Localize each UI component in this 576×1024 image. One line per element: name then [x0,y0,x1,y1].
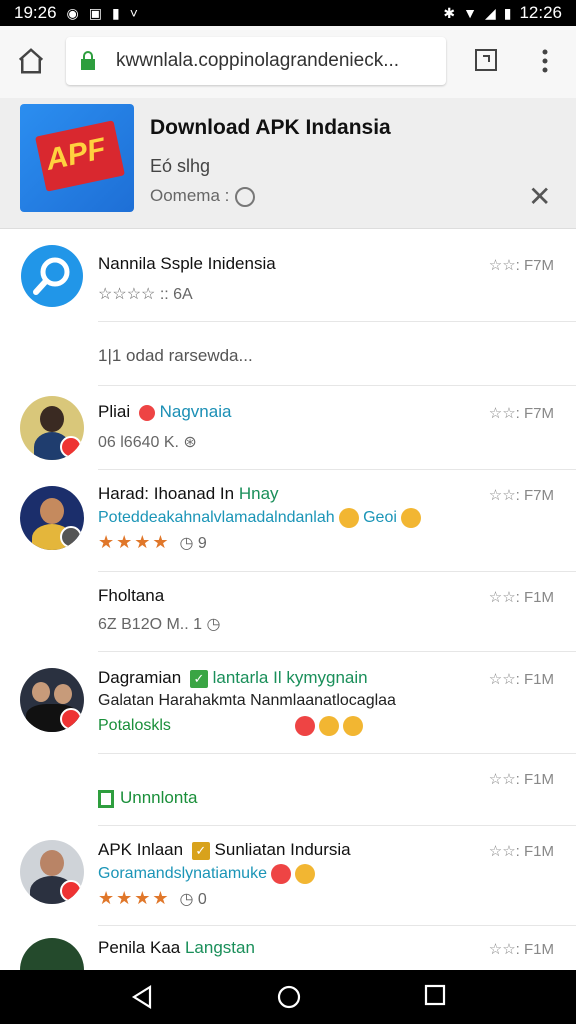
notification-icon: ▣ [88,4,102,21]
item-name: Pliai Nagvnaia [98,402,232,421]
item-subtitle: Poteddeakahnalvlamadalndanlah Geoi [98,508,421,528]
app-banner[interactable]: APF Download APK Indansia Eó slhg Oomema… [0,98,576,229]
item-subtitle: ☆☆☆☆ :: 6A [98,286,193,303]
list-item[interactable]: APK Inlaan ✓ Sunliatan Indursia Goramand… [0,826,576,926]
contact-list: Nannila Ssple Inidensia ☆☆☆☆ :: 6A ☆☆: F… [0,230,576,970]
item-time: ☆☆: F7M [488,405,554,422]
status-time-right: 12:26 [519,3,562,22]
system-nav-bar [0,970,576,1024]
list-item[interactable]: Nannila Ssple Inidensia ☆☆☆☆ :: 6A ☆☆: F… [0,230,576,322]
back-icon[interactable] [130,984,154,1010]
status-bar: 19:26 ◉ ▣ ▮ ˅ ✱ ▼ ◢ ▮ 12:26 [0,0,576,26]
item-name: Dagramian ✓ lantarla Il kymygnain [98,668,368,688]
list-item[interactable]: Fholtana 6Z B12O M.. 1 ◷ ☆☆: F1M [0,572,576,652]
item-subtitle: 6Z B12O M.. 1 ◷ [98,616,221,633]
url-text: kwwnlala.coppinolagrandenieck... [116,50,400,71]
app-logo: APF [20,104,134,212]
avatar [20,840,84,904]
overflow-menu-icon[interactable] [536,46,554,76]
item-time: ☆☆: F1M [488,671,554,688]
item-name: APK Inlaan ✓ Sunliatan Indursia [98,840,351,860]
notification-icon: ˅ [129,5,138,21]
item-subtitle: Goramandslynatiamuke [98,864,315,884]
search-icon [21,245,83,307]
home-icon[interactable] [16,46,46,76]
notification-icon: ▮ [112,4,120,21]
list-item[interactable]: Dagramian ✓ lantarla Il kymygnain Galata… [0,652,576,754]
item-subtitle-2: Potaloskls [98,716,363,736]
battery-icon: ▮ [503,4,512,21]
tabs-icon[interactable] [474,48,498,72]
address-bar[interactable]: kwwnlala.coppinolagrandenieck... [66,37,446,85]
item-rating: ★★★★ ◷ 0 [98,888,207,908]
banner-meta: Oomema : [150,186,256,207]
item-time: ☆☆: F1M [488,589,554,606]
item-time: ☆☆: F1M [488,941,554,958]
avatar [20,668,84,732]
item-subtitle: 06 l6640 K. ⊛ [98,434,197,451]
list-item[interactable]: Penila Kaa Langstan ☆☆: F1M [0,926,576,970]
item-name: Fholtana [98,586,165,605]
list-item[interactable]: Pliai Nagvnaia 06 l6640 K. ⊛ ☆☆: F7M [0,386,576,470]
item-time: ☆☆: F1M [488,843,554,860]
item-name: Penila Kaa Langstan [98,938,255,957]
item-time: ☆☆: F7M [488,257,554,274]
banner-title: Download APK Indansia [150,116,391,139]
clock-icon [235,186,256,207]
list-item[interactable]: 1|1 odad rarsewda... [0,322,576,386]
signal-icon: ◢ [484,4,496,21]
item-name: Nannila Ssple Inidensia [98,254,276,273]
item-time: ☆☆: F1M [488,771,554,788]
browser-toolbar: kwwnlala.coppinolagrandenieck... [0,26,576,99]
avatar [20,486,84,550]
wifi-icon: ▼ [463,5,477,21]
avatar [20,396,84,460]
item-time: ☆☆: F7M [488,487,554,504]
avatar [20,938,84,970]
lock-icon [81,51,95,70]
list-item[interactable]: Unnnlonta ☆☆: F1M [0,754,576,826]
item-subtitle: Galatan Harahakmta Nanmlaanatlocaglaa [98,692,396,709]
list-item[interactable]: Harad: Ihoanad In Hnay Poteddeakahnalvla… [0,470,576,572]
item-name: Unnnlonta [98,788,198,808]
status-time-left: 19:26 [14,3,57,22]
home-button-icon[interactable] [276,984,302,1010]
bluetooth-icon: ✱ [443,4,456,21]
banner-subtitle: Eó slhg [150,156,211,176]
notification-icon: ◉ [66,4,79,21]
item-rating: ★★★★ ◷ 9 [98,532,207,552]
recents-icon[interactable] [424,984,446,1006]
close-icon[interactable]: ✕ [528,180,551,213]
item-name: Harad: Ihoanad In Hnay [98,484,279,503]
item-name: 1|1 odad rarsewda... [98,346,253,365]
